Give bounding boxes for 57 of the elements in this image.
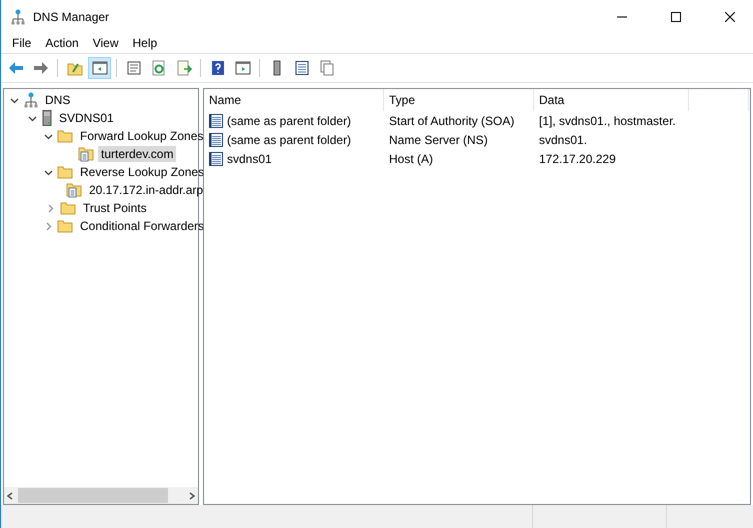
network-icon [11, 8, 25, 24]
menu-item[interactable]: Action [38, 36, 86, 50]
folder-icon [57, 219, 73, 233]
table-cell: Start of Authority (SOA) [389, 114, 514, 128]
table-cell: svdns01. [539, 132, 588, 146]
menu-item[interactable]: View [86, 36, 126, 50]
record-icon [208, 150, 224, 166]
collapse-chevron-icon[interactable] [28, 114, 36, 122]
table-cell: (same as parent folder) [227, 132, 352, 146]
close-icon [725, 12, 735, 22]
refresh-icon [150, 60, 166, 76]
tree-item[interactable]: Trust Points [80, 200, 150, 216]
tree-item[interactable]: Conditional Forwarders [77, 218, 208, 234]
expand-chevron-icon[interactable] [46, 204, 54, 212]
zone-file-icon [78, 146, 94, 162]
menu-item[interactable]: File [5, 36, 38, 50]
export-list-icon [176, 60, 192, 76]
back-arrow-icon [8, 60, 24, 76]
action-pane-icon [234, 60, 250, 76]
table-cell: (same as parent folder) [227, 114, 352, 128]
folder-icon [57, 165, 73, 179]
folder-icon [57, 129, 73, 143]
tree-item[interactable]: Reverse Lookup Zones [77, 164, 208, 180]
collapse-chevron-icon[interactable] [44, 168, 53, 176]
collapse-chevron-icon[interactable] [10, 96, 18, 104]
column-header[interactable]: Name [204, 89, 384, 111]
horizontal-scrollbar[interactable] [4, 487, 198, 504]
tree-item[interactable]: turterdev.com [98, 146, 176, 162]
console-tree-button[interactable] [88, 57, 111, 79]
table-cell: svdns01 [227, 152, 272, 166]
help-icon [210, 60, 226, 76]
window-title: DNS Manager [33, 10, 110, 24]
tree-item[interactable]: SVDNS01 [56, 110, 117, 126]
forward-arrow-icon [32, 60, 48, 76]
expand-chevron-icon[interactable] [44, 222, 53, 230]
table-cell: Host (A) [389, 152, 434, 166]
properties-icon [126, 60, 142, 76]
column-header[interactable]: Type [384, 89, 534, 111]
tree-item[interactable]: 20.17.172.in-addr.arp [86, 182, 206, 198]
column-header[interactable]: Data [534, 89, 689, 111]
table-cell: 172.17.20.229 [539, 152, 616, 166]
server-icon [42, 110, 52, 126]
maximize-icon [671, 12, 681, 22]
tree-item[interactable]: Forward Lookup Zones [77, 128, 206, 144]
folder-icon [60, 201, 76, 215]
zone-file-icon [66, 182, 82, 198]
table-cell: [1], svdns01., hostmaster. [539, 114, 676, 128]
console-tree-icon [92, 60, 108, 76]
list-icon [294, 60, 310, 76]
menu-item[interactable]: Help [126, 36, 164, 50]
record-icon [208, 112, 224, 128]
network-icon [24, 92, 38, 108]
copy-icon [318, 60, 334, 76]
tree-item[interactable]: DNS [42, 92, 74, 108]
record-icon [208, 132, 224, 148]
collapse-chevron-icon[interactable] [44, 132, 53, 140]
table-cell: Name Server (NS) [389, 132, 488, 146]
